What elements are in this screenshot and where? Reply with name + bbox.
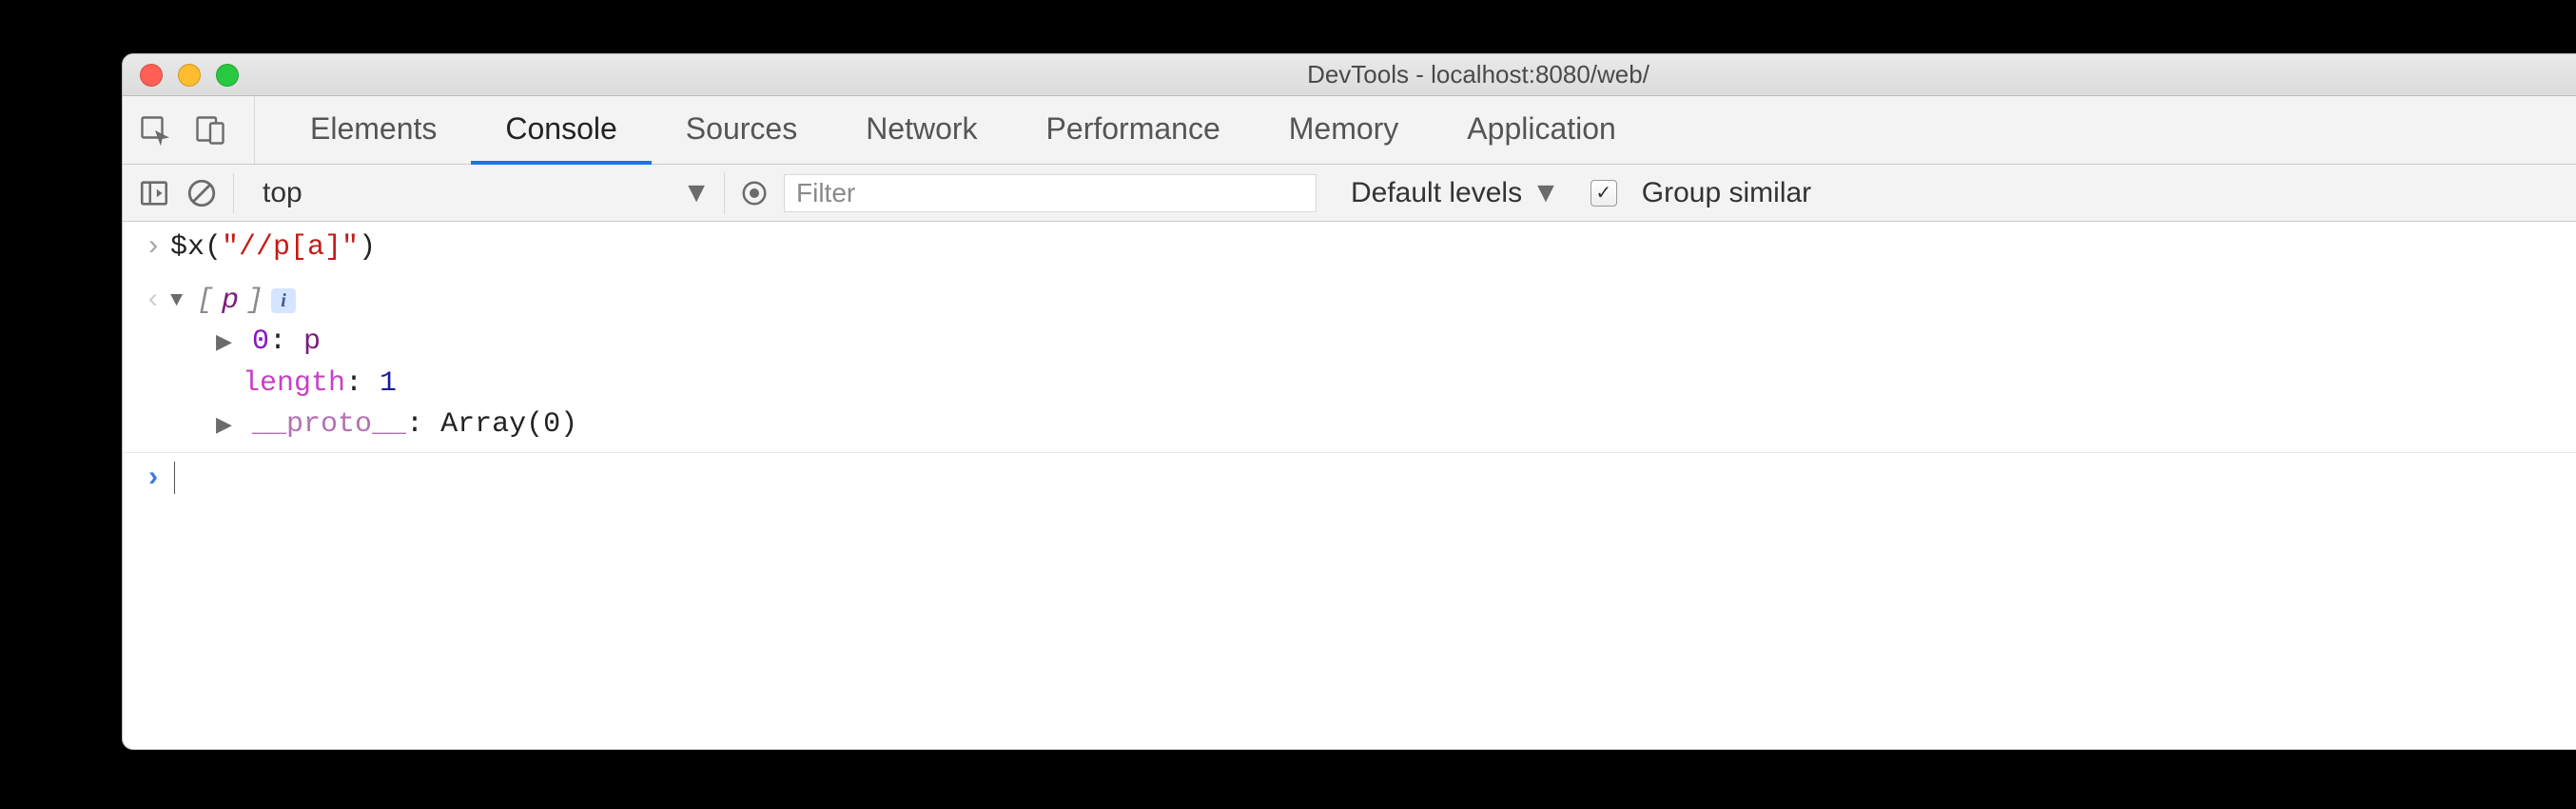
- array-entries: 0: p length: 1 __proto__: Array(0): [170, 322, 2576, 446]
- tab-label: Performance: [1046, 111, 1220, 147]
- tabs-bar: Elements Console Sources Network Performance…: [123, 96, 2576, 165]
- group-similar-label: Group similar: [1642, 177, 1811, 209]
- array-length-row: length: 1: [216, 364, 2576, 405]
- console-output[interactable]: ‹ [p] i 0: p length: 1: [123, 275, 2576, 452]
- toggle-sidebar-icon[interactable]: [138, 177, 170, 209]
- tab-sources[interactable]: Sources: [652, 97, 831, 165]
- live-expression-icon[interactable]: [740, 179, 769, 207]
- output-indicator-icon: ‹: [136, 281, 170, 323]
- length-key: length: [243, 367, 345, 400]
- execution-context-label: top: [263, 177, 302, 209]
- console-prompt[interactable]: ›: [123, 453, 2576, 506]
- input-indicator-icon: ›: [136, 227, 170, 269]
- array-bracket-close: ]: [246, 281, 263, 323]
- length-value: 1: [380, 367, 397, 400]
- tab-label: Elements: [310, 111, 437, 147]
- devtools-window: DevTools - localhost:8080/web/ Elements C…: [122, 53, 2576, 750]
- prompt-indicator-icon: ›: [136, 459, 170, 501]
- tab-console[interactable]: Console: [471, 97, 651, 165]
- array-bracket-open: [: [197, 281, 214, 323]
- tab-elements[interactable]: Elements: [276, 97, 471, 165]
- group-similar-checkbox[interactable]: ✓: [1590, 180, 1617, 207]
- inspect-element-icon[interactable]: [138, 113, 172, 148]
- log-levels-label: Default levels: [1351, 177, 1522, 209]
- info-badge-icon[interactable]: i: [271, 288, 296, 313]
- log-levels-select[interactable]: Default levels ▼: [1332, 177, 1560, 209]
- device-toggle-icon[interactable]: [193, 113, 227, 148]
- array-summary[interactable]: [p] i: [170, 281, 2576, 323]
- chevron-down-icon: ▼: [1532, 177, 1560, 209]
- expand-toggle-icon[interactable]: [216, 411, 235, 442]
- array-item-preview: p: [222, 281, 239, 323]
- execution-context-select[interactable]: top ▼: [249, 172, 725, 214]
- window-title: DevTools - localhost:8080/web/: [123, 60, 2576, 89]
- tab-performance[interactable]: Performance: [1012, 97, 1255, 165]
- proto-value: Array(0): [440, 408, 577, 441]
- console-body: › $x("//p[a]") ‹ [p] i 0: p: [123, 222, 2576, 505]
- console-history-input[interactable]: › $x("//p[a]"): [123, 222, 2576, 275]
- console-prompt-input[interactable]: [170, 459, 2576, 501]
- filter-input[interactable]: [784, 174, 1317, 212]
- clear-console-icon[interactable]: [185, 177, 218, 209]
- tab-label: Memory: [1289, 111, 1399, 147]
- tab-label: Network: [866, 111, 977, 147]
- console-output-body: [p] i 0: p length: 1 __proto__: Array(0): [170, 281, 2576, 446]
- tab-network[interactable]: Network: [831, 97, 1011, 165]
- array-proto-row[interactable]: __proto__: Array(0): [216, 404, 2576, 446]
- titlebar: DevTools - localhost:8080/web/: [123, 54, 2576, 96]
- console-toolbar: top ▼ Default levels ▼ ✓ Group similar: [123, 165, 2576, 222]
- panel-tabs: Elements Console Sources Network Performance…: [255, 96, 2576, 164]
- proto-key: __proto__: [252, 408, 406, 441]
- chevron-down-icon: ▼: [682, 177, 711, 209]
- entry-key: 0: [252, 326, 269, 358]
- entry-value: p: [303, 326, 321, 358]
- expand-toggle-icon[interactable]: [216, 328, 235, 359]
- tab-application[interactable]: Application: [1433, 97, 1650, 165]
- tab-label: Sources: [686, 111, 797, 147]
- array-entry[interactable]: 0: p: [216, 322, 2576, 364]
- expand-toggle-icon[interactable]: [170, 286, 189, 316]
- inspect-tools: [138, 96, 255, 164]
- tab-label: Application: [1467, 111, 1616, 147]
- console-history-text: $x("//p[a]"): [170, 227, 2576, 269]
- text-cursor: [174, 462, 175, 494]
- tab-memory[interactable]: Memory: [1255, 97, 1434, 165]
- tab-label: Console: [505, 111, 616, 147]
